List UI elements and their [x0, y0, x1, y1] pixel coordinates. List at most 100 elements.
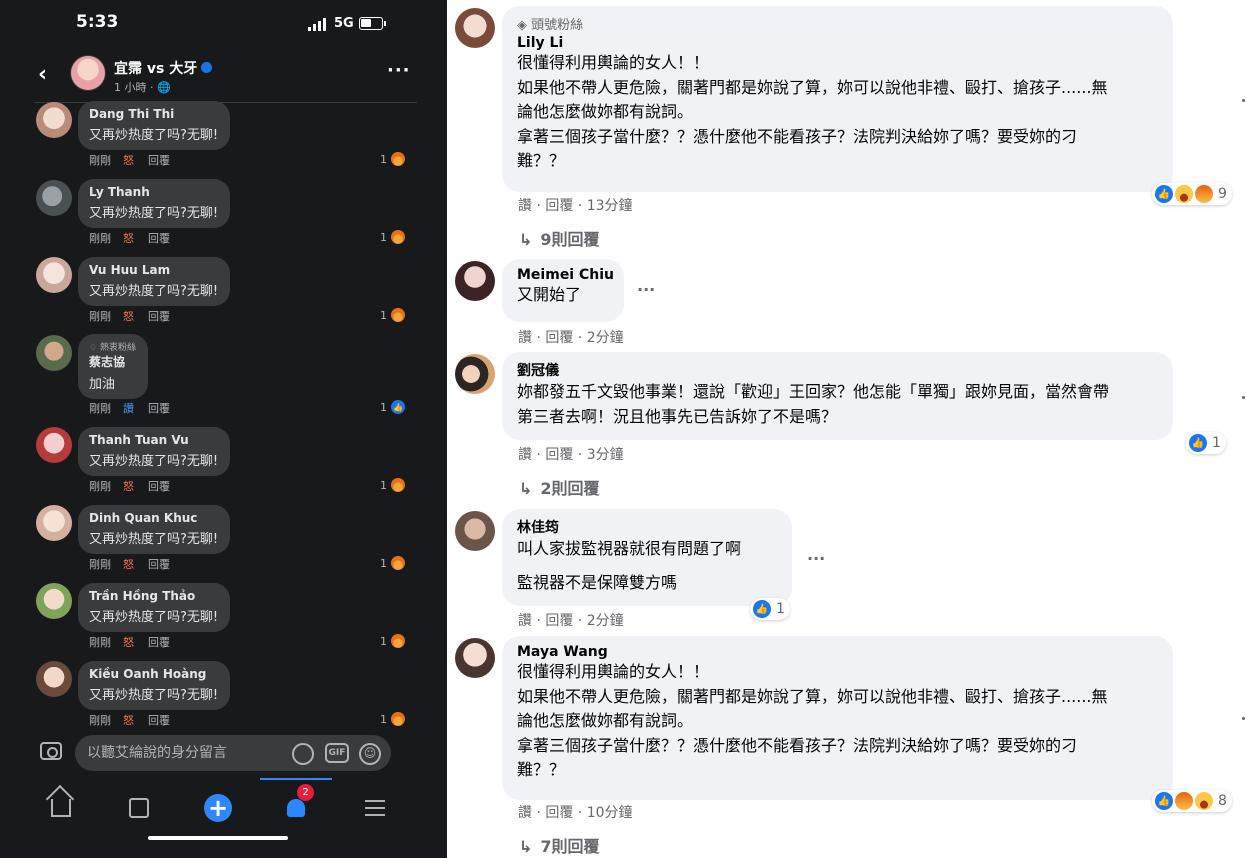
commenter-name[interactable]: Ly Thanh: [89, 185, 218, 199]
sticker-icon[interactable]: [292, 743, 314, 765]
react-button[interactable]: 讚: [123, 402, 134, 415]
haha-reaction-icon: [1195, 792, 1213, 810]
reply-button[interactable]: 回覆: [148, 402, 170, 415]
more-options-icon[interactable]: [1242, 717, 1245, 720]
reply-button[interactable]: 回覆: [148, 154, 170, 167]
reaction-summary[interactable]: 👍 1: [750, 598, 790, 620]
feeds-icon: [129, 798, 149, 818]
view-replies-link[interactable]: ↳ 7則回覆: [519, 833, 600, 857]
tab-menu[interactable]: [353, 788, 397, 828]
commenter-name[interactable]: Vu Huu Lam: [89, 263, 218, 277]
commenter-name[interactable]: 林佳筠: [517, 517, 780, 537]
fan-badge-icon: ♢: [89, 343, 100, 353]
commenter-name[interactable]: Lily Li: [517, 35, 1161, 51]
reply-button[interactable]: 回覆: [148, 558, 170, 571]
notification-badge: 2: [297, 784, 314, 801]
commenter-name[interactable]: Thanh Tuan Vu: [89, 433, 218, 447]
commenter-name[interactable]: Trần Hồng Thảo: [89, 589, 218, 603]
commenter-avatar[interactable]: [36, 102, 72, 138]
more-options-icon[interactable]: ···: [387, 60, 411, 81]
reaction-count[interactable]: 1: [380, 308, 405, 322]
reply-button[interactable]: 回覆: [148, 480, 170, 493]
comment-text: 又再炒热度了吗?无聊!: [89, 206, 219, 221]
home-indicator[interactable]: [148, 836, 288, 840]
commenter-avatar[interactable]: [36, 335, 72, 371]
angry-reaction-icon: [391, 556, 405, 570]
reaction-count-value: 1: [380, 478, 387, 492]
comment-bubble: Thanh Tuan Vu 又再炒热度了吗?无聊!: [78, 427, 231, 476]
commenter-avatar[interactable]: [36, 583, 72, 619]
reply-button[interactable]: 回覆: [148, 714, 170, 727]
reaction-count[interactable]: 1: [380, 712, 405, 726]
reaction-summary[interactable]: 👍 9: [1152, 183, 1232, 205]
commenter-name[interactable]: Maya Wang: [517, 644, 1161, 660]
react-button[interactable]: 怒: [123, 558, 134, 571]
angry-reaction-icon: [391, 230, 405, 244]
reaction-count[interactable]: 1: [380, 634, 405, 648]
comment-meta[interactable]: 讚 · 回覆 · 2分鐘: [518, 610, 624, 630]
commenter-name[interactable]: Dang Thi Thi: [89, 107, 218, 121]
comment-meta[interactable]: 讚 · 回覆 · 3分鐘: [518, 444, 624, 464]
comment-bubble: Dinh Quan Khuc 又再炒热度了吗?无聊!: [78, 505, 231, 554]
react-button[interactable]: 怒: [123, 154, 134, 167]
commenter-avatar[interactable]: [36, 427, 72, 463]
tab-feeds[interactable]: [117, 788, 161, 828]
commenter-name[interactable]: Dinh Quan Khuc: [89, 511, 218, 525]
comment-text: 又再炒热度了吗?无聊!: [89, 532, 219, 547]
back-arrow-icon[interactable]: ‹: [38, 62, 47, 87]
reaction-count[interactable]: 1 👍: [380, 400, 405, 414]
post-title-wrap[interactable]: 宜霈 vs 大牙: [114, 58, 213, 78]
comment-line: 難？？: [517, 151, 566, 170]
status-time: 5:33: [76, 12, 119, 32]
top-fan-badge: 頭號粉絲: [531, 18, 584, 33]
commenter-avatar[interactable]: [455, 8, 495, 48]
tab-create[interactable]: +: [196, 788, 240, 828]
more-options-icon[interactable]: [1242, 99, 1245, 102]
camera-icon[interactable]: [40, 742, 62, 760]
commenter-avatar[interactable]: [36, 257, 72, 293]
commenter-avatar[interactable]: [455, 638, 495, 678]
commenter-avatar[interactable]: [36, 180, 72, 216]
comment-meta[interactable]: 讚 · 回覆 · 10分鐘: [518, 802, 633, 822]
commenter-avatar[interactable]: [455, 354, 495, 394]
reply-button[interactable]: 回覆: [148, 636, 170, 649]
post-subtitle: 1 小時 · 🌐: [114, 79, 171, 95]
commenter-name[interactable]: Meimei Chiu: [517, 267, 614, 283]
angry-reaction-icon: [391, 712, 405, 726]
react-button[interactable]: 怒: [123, 636, 134, 649]
commenter-avatar[interactable]: [36, 661, 72, 697]
more-options-icon[interactable]: ···: [807, 549, 825, 568]
reaction-count[interactable]: 1: [380, 556, 405, 570]
comment-meta[interactable]: 讚 · 回覆 · 2分鐘: [518, 327, 624, 347]
commenter-name[interactable]: 劉冠儀: [517, 360, 1161, 380]
reaction-count[interactable]: 1: [380, 230, 405, 244]
more-options-icon[interactable]: [1242, 396, 1245, 399]
more-options-icon[interactable]: ···: [637, 280, 655, 299]
commenter-name[interactable]: 蔡志協: [89, 353, 136, 370]
bell-icon: [287, 799, 305, 817]
reaction-summary[interactable]: 👍 1: [1186, 432, 1226, 454]
view-replies-link[interactable]: ↳ 9則回覆: [519, 226, 600, 250]
commenter-name[interactable]: Kiều Oanh Hoàng: [89, 667, 218, 681]
commenter-avatar[interactable]: [455, 261, 495, 301]
reaction-summary[interactable]: 👍 8: [1152, 790, 1232, 812]
comment-meta[interactable]: 讚 · 回覆 · 13分鐘: [518, 195, 633, 215]
react-button[interactable]: 怒: [123, 310, 134, 323]
commenter-avatar[interactable]: [36, 505, 72, 541]
reaction-count[interactable]: 1: [380, 152, 405, 166]
reaction-count[interactable]: 1: [380, 478, 405, 492]
react-button[interactable]: 怒: [123, 480, 134, 493]
emoji-icon[interactable]: ☺: [359, 743, 381, 765]
commenter-avatar[interactable]: [455, 511, 495, 551]
comment-item: Ly Thanh 又再炒热度了吗?无聊! 剛剛怒 回覆 1: [0, 178, 447, 256]
post-author-avatar[interactable]: [70, 55, 106, 91]
post-time: 1 小時 ·: [114, 81, 157, 94]
react-button[interactable]: 怒: [123, 232, 134, 245]
react-button[interactable]: 怒: [123, 714, 134, 727]
view-replies-link[interactable]: ↳ 2則回覆: [519, 475, 600, 499]
replies-count: 2則回覆: [540, 479, 600, 498]
tab-home[interactable]: [39, 788, 83, 828]
gif-button[interactable]: GIF: [325, 743, 349, 763]
reply-button[interactable]: 回覆: [148, 232, 170, 245]
reply-button[interactable]: 回覆: [148, 310, 170, 323]
